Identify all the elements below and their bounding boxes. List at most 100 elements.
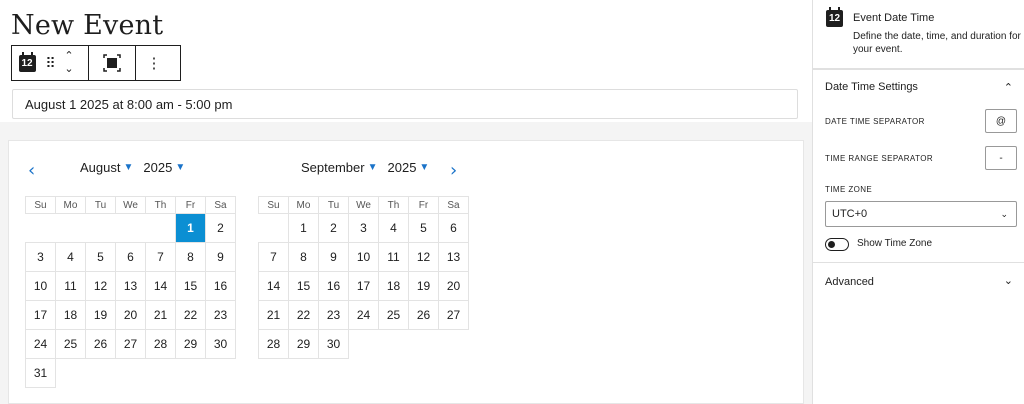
chevron-down-icon: ▼ [123,162,134,173]
day-cell[interactable]: 12 [408,242,439,272]
selected-day-cell[interactable]: 1 [175,213,206,243]
weekday-label: We [115,196,146,214]
day-cell[interactable]: 12 [85,271,116,301]
day-cell[interactable]: 31 [25,358,56,388]
day-cell[interactable]: 25 [378,300,409,330]
move-down-button[interactable]: ⌄ [64,63,73,76]
event-date-field[interactable]: August 1 2025 at 8:00 am - 5:00 pm [12,89,798,119]
day-cell[interactable]: 9 [205,242,236,272]
day-cell[interactable]: 26 [85,329,116,359]
empty-day-cell [86,359,116,388]
block-switcher-group: 12 ⠿ ⌃ ⌄ [12,46,89,80]
day-cell[interactable]: 9 [318,242,349,272]
day-cell[interactable]: 8 [288,242,319,272]
day-cell[interactable]: 6 [438,213,469,243]
day-cell[interactable]: 28 [258,329,289,359]
day-cell[interactable]: 22 [288,300,319,330]
week-row: 14 15 16 17 18 19 20 [258,271,469,301]
day-cell[interactable]: 30 [205,329,236,359]
day-cell[interactable]: 23 [318,300,349,330]
day-cell[interactable]: 16 [318,271,349,301]
day-cell[interactable]: 14 [258,271,289,301]
day-cell[interactable]: 29 [175,329,206,359]
right-month-select[interactable]: September ▼ [301,160,378,175]
day-cell[interactable]: 17 [348,271,379,301]
day-cell[interactable]: 27 [438,300,469,330]
day-cell[interactable]: 3 [25,242,56,272]
move-up-button[interactable]: ⌃ [64,50,73,63]
day-cell[interactable]: 26 [408,300,439,330]
align-group [89,46,136,80]
day-cell[interactable]: 8 [175,242,206,272]
show-time-zone-toggle[interactable] [825,238,849,251]
day-cell[interactable]: 4 [55,242,86,272]
chevron-up-icon[interactable]: ⌃ [1004,81,1013,94]
drag-handle[interactable]: ⠿ [42,46,58,80]
day-cell[interactable]: 4 [378,213,409,243]
day-cell[interactable]: 22 [175,300,206,330]
empty-day-cell [56,214,86,243]
day-cell[interactable]: 23 [205,300,236,330]
date-time-settings-title[interactable]: Date Time Settings [825,81,918,93]
day-cell[interactable]: 18 [378,271,409,301]
day-cell[interactable]: 19 [85,300,116,330]
chevron-down-icon[interactable]: ⌄ [1004,274,1013,287]
options-group: ⋮ [136,46,172,80]
day-cell[interactable]: 28 [145,329,176,359]
weekday-label: Mo [55,196,86,214]
page-title[interactable]: New Event [11,10,163,41]
empty-day-cell [176,359,206,388]
day-cell[interactable]: 11 [378,242,409,272]
day-cell[interactable]: 6 [115,242,146,272]
day-cell[interactable]: 2 [205,213,236,243]
time-range-separator-input[interactable]: - [985,146,1017,170]
day-cell[interactable]: 17 [25,300,56,330]
options-button[interactable]: ⋮ [136,46,172,80]
day-cell[interactable]: 3 [348,213,379,243]
day-cell[interactable]: 27 [115,329,146,359]
day-cell[interactable]: 19 [408,271,439,301]
day-cell[interactable]: 5 [85,242,116,272]
week-row: 31 [25,358,236,388]
advanced-panel-title[interactable]: Advanced [825,276,874,288]
day-cell[interactable]: 10 [348,242,379,272]
align-button[interactable] [89,46,135,80]
weekday-label: Su [258,196,289,214]
day-cell[interactable]: 16 [205,271,236,301]
day-cell[interactable]: 25 [55,329,86,359]
day-cell[interactable]: 13 [438,242,469,272]
day-cell[interactable]: 20 [438,271,469,301]
left-year-select[interactable]: 2025 ▼ [143,160,185,175]
day-cell[interactable]: 7 [145,242,176,272]
day-cell[interactable]: 29 [288,329,319,359]
day-cell[interactable]: 30 [318,329,349,359]
day-cell[interactable]: 2 [318,213,349,243]
right-year-select[interactable]: 2025 ▼ [388,160,430,175]
day-cell[interactable]: 18 [55,300,86,330]
day-cell[interactable]: 5 [408,213,439,243]
block-card-title: Event Date Time [853,12,935,24]
previous-month-icon[interactable]: ‹ [28,160,35,181]
right-month-label: September [301,160,365,175]
block-card: 12 Event Date Time Define the date, time… [813,0,1024,70]
left-month-select[interactable]: August ▼ [80,160,133,175]
calendar-icon: 12 [18,51,36,72]
day-cell[interactable]: 11 [55,271,86,301]
day-cell[interactable]: 24 [25,329,56,359]
day-cell[interactable]: 24 [348,300,379,330]
day-cell[interactable]: 14 [145,271,176,301]
day-cell[interactable]: 20 [115,300,146,330]
block-type-button[interactable]: 12 [12,46,42,80]
panel-divider [813,68,1024,69]
day-cell[interactable]: 7 [258,242,289,272]
day-cell[interactable]: 10 [25,271,56,301]
day-cell[interactable]: 21 [258,300,289,330]
day-cell[interactable]: 21 [145,300,176,330]
day-cell[interactable]: 15 [175,271,206,301]
day-cell[interactable]: 15 [288,271,319,301]
date-time-separator-input[interactable]: @ [985,109,1017,133]
day-cell[interactable]: 13 [115,271,146,301]
day-cell[interactable]: 1 [288,213,319,243]
time-zone-select[interactable]: UTC+0 ⌄ [825,201,1017,227]
next-month-icon[interactable]: › [450,160,457,181]
